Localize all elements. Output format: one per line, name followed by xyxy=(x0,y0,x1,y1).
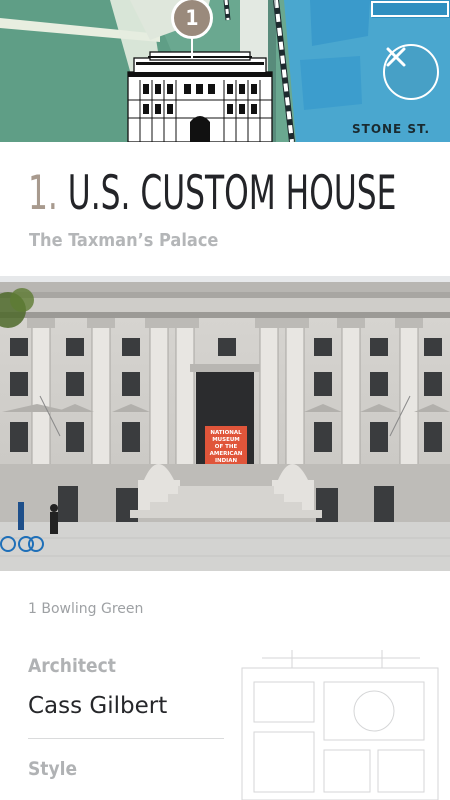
site-detail-card[interactable]: 1. U.S. CUSTOM HOUSE The Taxman’s Palace xyxy=(0,142,450,800)
site-address: 1 Bowling Green xyxy=(28,601,144,617)
close-button[interactable] xyxy=(383,44,439,100)
banner-line-2: MUSEUM xyxy=(212,437,240,443)
detail-label-style: Style xyxy=(28,758,78,780)
site-photo[interactable]: NATIONAL MUSEUM OF THE AMERICAN INDIAN xyxy=(0,276,450,571)
map-header[interactable]: 1 STONE ST. xyxy=(0,0,450,142)
site-name: U.S. CUSTOM HOUSE xyxy=(67,166,397,221)
banner-line-1: NATIONAL xyxy=(210,430,242,436)
banner-line-3: OF THE xyxy=(215,444,238,450)
banner-line-5: INDIAN xyxy=(215,458,238,464)
banner-line-4: AMERICAN xyxy=(210,451,243,457)
detail-label-architect: Architect xyxy=(28,655,116,677)
detail-value-architect: Cass Gilbert xyxy=(28,693,168,719)
detail-divider xyxy=(28,738,224,739)
site-number: 1. xyxy=(28,166,58,221)
street-label: STONE ST. xyxy=(351,122,430,136)
custom-house-photo: NATIONAL MUSEUM OF THE AMERICAN INDIAN xyxy=(0,276,450,571)
floorplan-illustration xyxy=(241,650,439,800)
site-title: 1. U.S. CUSTOM HOUSE xyxy=(28,162,396,226)
close-icon xyxy=(386,47,406,67)
map-pin-stem xyxy=(191,38,193,58)
site-nickname: The Taxman’s Palace xyxy=(29,230,219,251)
